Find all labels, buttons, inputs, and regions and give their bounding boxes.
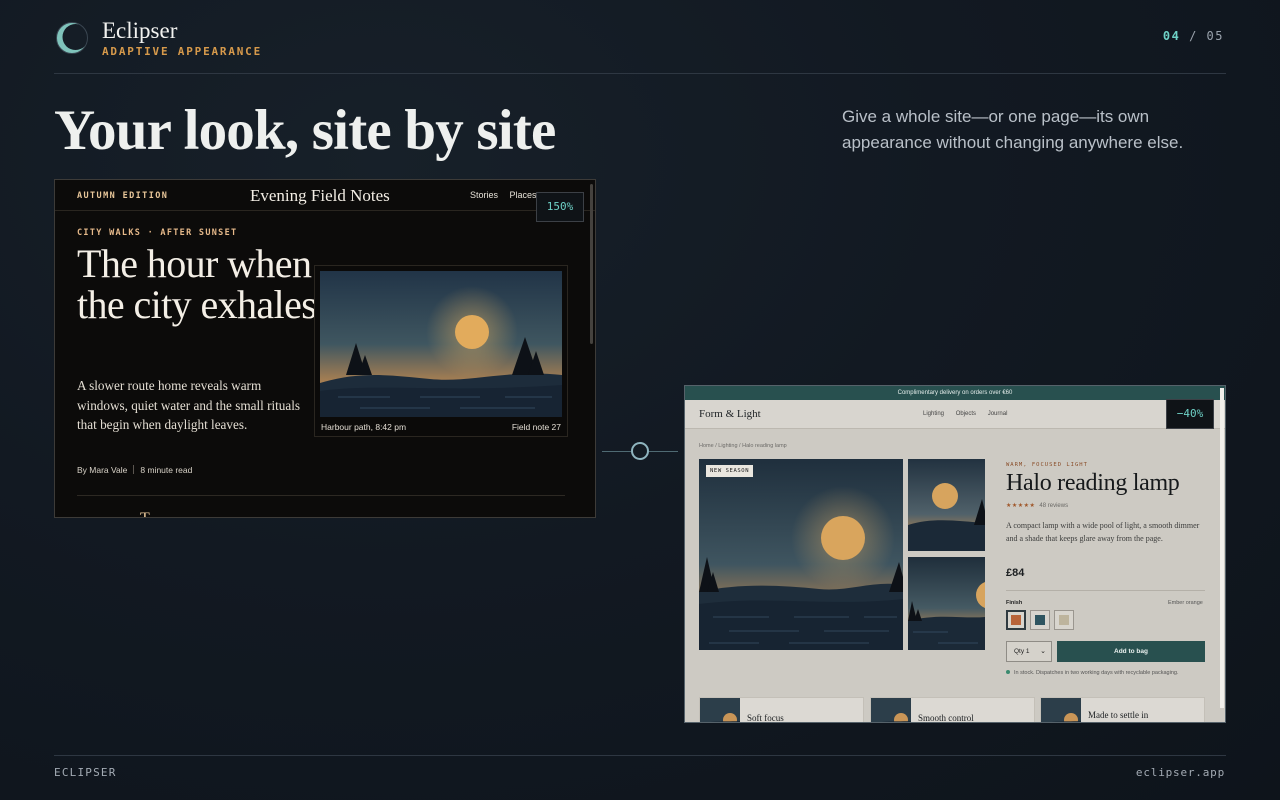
review-count: 48 reviews xyxy=(1039,503,1069,509)
header-divider xyxy=(54,73,1226,74)
lamp-landscape-image xyxy=(699,459,903,650)
feature-card[interactable]: Soft focus xyxy=(699,697,864,723)
product-kicker: WARM, FOCUSED LIGHT xyxy=(1006,462,1088,468)
pager-current: 04 xyxy=(1162,29,1181,43)
stock-text: In stock. Dispatches in two working days… xyxy=(1014,670,1179,676)
swatch-sand[interactable] xyxy=(1054,610,1074,630)
store-nav: Form & Light Lighting Objects Journal xyxy=(685,400,1225,429)
dark-site-nav: AUTUMN EDITION Evening Field Notes Stori… xyxy=(55,180,595,211)
nav-link-journal[interactable]: Journal xyxy=(988,411,1008,417)
new-season-badge: NEW SEASON xyxy=(706,465,754,477)
connector-line-right xyxy=(649,451,678,452)
article-headline: The hour when the city exhales xyxy=(77,241,317,327)
article-divider xyxy=(77,495,565,496)
brand-name: Eclipser xyxy=(102,18,178,43)
brand-tagline: ADAPTIVE APPEARANCE xyxy=(102,45,263,58)
article-author: By Mara Vale xyxy=(77,465,128,475)
sunset-landscape-image xyxy=(320,271,562,417)
figure-caption: Harbour path, 8:42 pm xyxy=(321,422,407,432)
article-summary: A slower route home reveals warm windows… xyxy=(77,378,301,432)
product-thumbnail[interactable] xyxy=(908,557,985,650)
feature-card-title: Made to settle in xyxy=(1088,710,1149,720)
footer-brand: ECLIPSER xyxy=(54,766,117,779)
feature-card[interactable]: Smooth control xyxy=(870,697,1035,723)
nav-link-lighting[interactable]: Lighting xyxy=(923,411,944,417)
promo-banner: Complimentary delivery on orders over €6… xyxy=(685,386,1225,400)
slide-pager: 04 / 05 xyxy=(1163,29,1224,43)
article-figure: Harbour path, 8:42 pm Field note 27 xyxy=(314,265,568,437)
nav-link-objects[interactable]: Objects xyxy=(956,411,976,417)
product-main-image[interactable]: NEW SEASON xyxy=(699,459,903,650)
connector-line-left xyxy=(602,451,631,452)
product-description: A compact lamp with a wide pool of light… xyxy=(1006,521,1200,543)
eclipse-logo-icon xyxy=(54,20,90,56)
product-price: £84 xyxy=(1006,567,1025,579)
brand: Eclipser ADAPTIVE APPEARANCE xyxy=(54,18,262,58)
finish-label: Finish xyxy=(1006,600,1023,606)
feature-card[interactable]: Made to settle in xyxy=(1040,697,1205,722)
feature-card-image xyxy=(871,698,911,722)
dark-site-scrollbar[interactable] xyxy=(590,184,593,344)
product-rating[interactable]: ★★★★★ 48 reviews xyxy=(1006,502,1068,509)
footer-url[interactable]: eclipser.app xyxy=(1136,766,1225,779)
product-divider xyxy=(1006,590,1205,591)
page-lede: Give a whole site—or one page—its own ap… xyxy=(842,107,1184,152)
article-byline: By Mara Vale 8 minute read xyxy=(77,465,192,475)
zoom-badge: 150% xyxy=(536,192,584,222)
article-kicker: CITY WALKS · AFTER SUNSET xyxy=(77,228,238,238)
page-title: Your look, site by site xyxy=(54,99,556,162)
chevron-down-icon: ⌄ xyxy=(1040,648,1046,655)
footer-divider xyxy=(54,755,1226,756)
breadcrumb[interactable]: Home / Lighting / Halo reading lamp xyxy=(699,443,787,449)
product-title: Halo reading lamp xyxy=(1006,470,1180,496)
light-site-preview: Complimentary delivery on orders over €6… xyxy=(684,385,1226,723)
dark-site-brand: Evening Field Notes xyxy=(250,186,390,205)
pager-total: 05 xyxy=(1206,29,1224,43)
next-section-dropcap: T xyxy=(140,510,150,517)
discount-badge: −40% xyxy=(1166,399,1214,429)
thumbnail-image xyxy=(908,557,985,650)
dark-site-preview: AUTUMN EDITION Evening Field Notes Stori… xyxy=(54,179,596,518)
feature-card-title: Soft focus xyxy=(747,713,784,723)
article-read-time: 8 minute read xyxy=(140,465,193,475)
stock-status: In stock. Dispatches in two working days… xyxy=(1006,670,1178,676)
store-brand[interactable]: Form & Light xyxy=(699,408,761,420)
star-rating-icon: ★★★★★ xyxy=(1006,503,1036,509)
swatch-slate-teal[interactable] xyxy=(1030,610,1050,630)
thumbnail-image xyxy=(908,459,985,551)
feature-card-image xyxy=(700,698,740,722)
edition-label: AUTUMN EDITION xyxy=(77,191,169,201)
pager-separator: / xyxy=(1189,29,1198,43)
connector-node xyxy=(631,442,649,460)
figure-note-number: Field note 27 xyxy=(511,422,561,432)
feature-card-image xyxy=(1041,698,1081,722)
store-scrollbar[interactable] xyxy=(1220,388,1224,708)
quantity-select[interactable]: Qty 1 ⌄ xyxy=(1006,641,1052,662)
swatch-ember-orange[interactable] xyxy=(1006,610,1026,630)
product-thumbnail[interactable] xyxy=(908,459,985,551)
nav-link-stories[interactable]: Stories xyxy=(470,190,498,200)
nav-link-places[interactable]: Places xyxy=(510,190,537,200)
add-to-bag-button[interactable]: Add to bag xyxy=(1057,641,1205,662)
finish-value: Ember orange xyxy=(1168,600,1203,606)
quantity-value: Qty 1 xyxy=(1014,648,1030,655)
in-stock-dot-icon xyxy=(1006,670,1010,674)
feature-card-title: Smooth control xyxy=(918,713,974,723)
